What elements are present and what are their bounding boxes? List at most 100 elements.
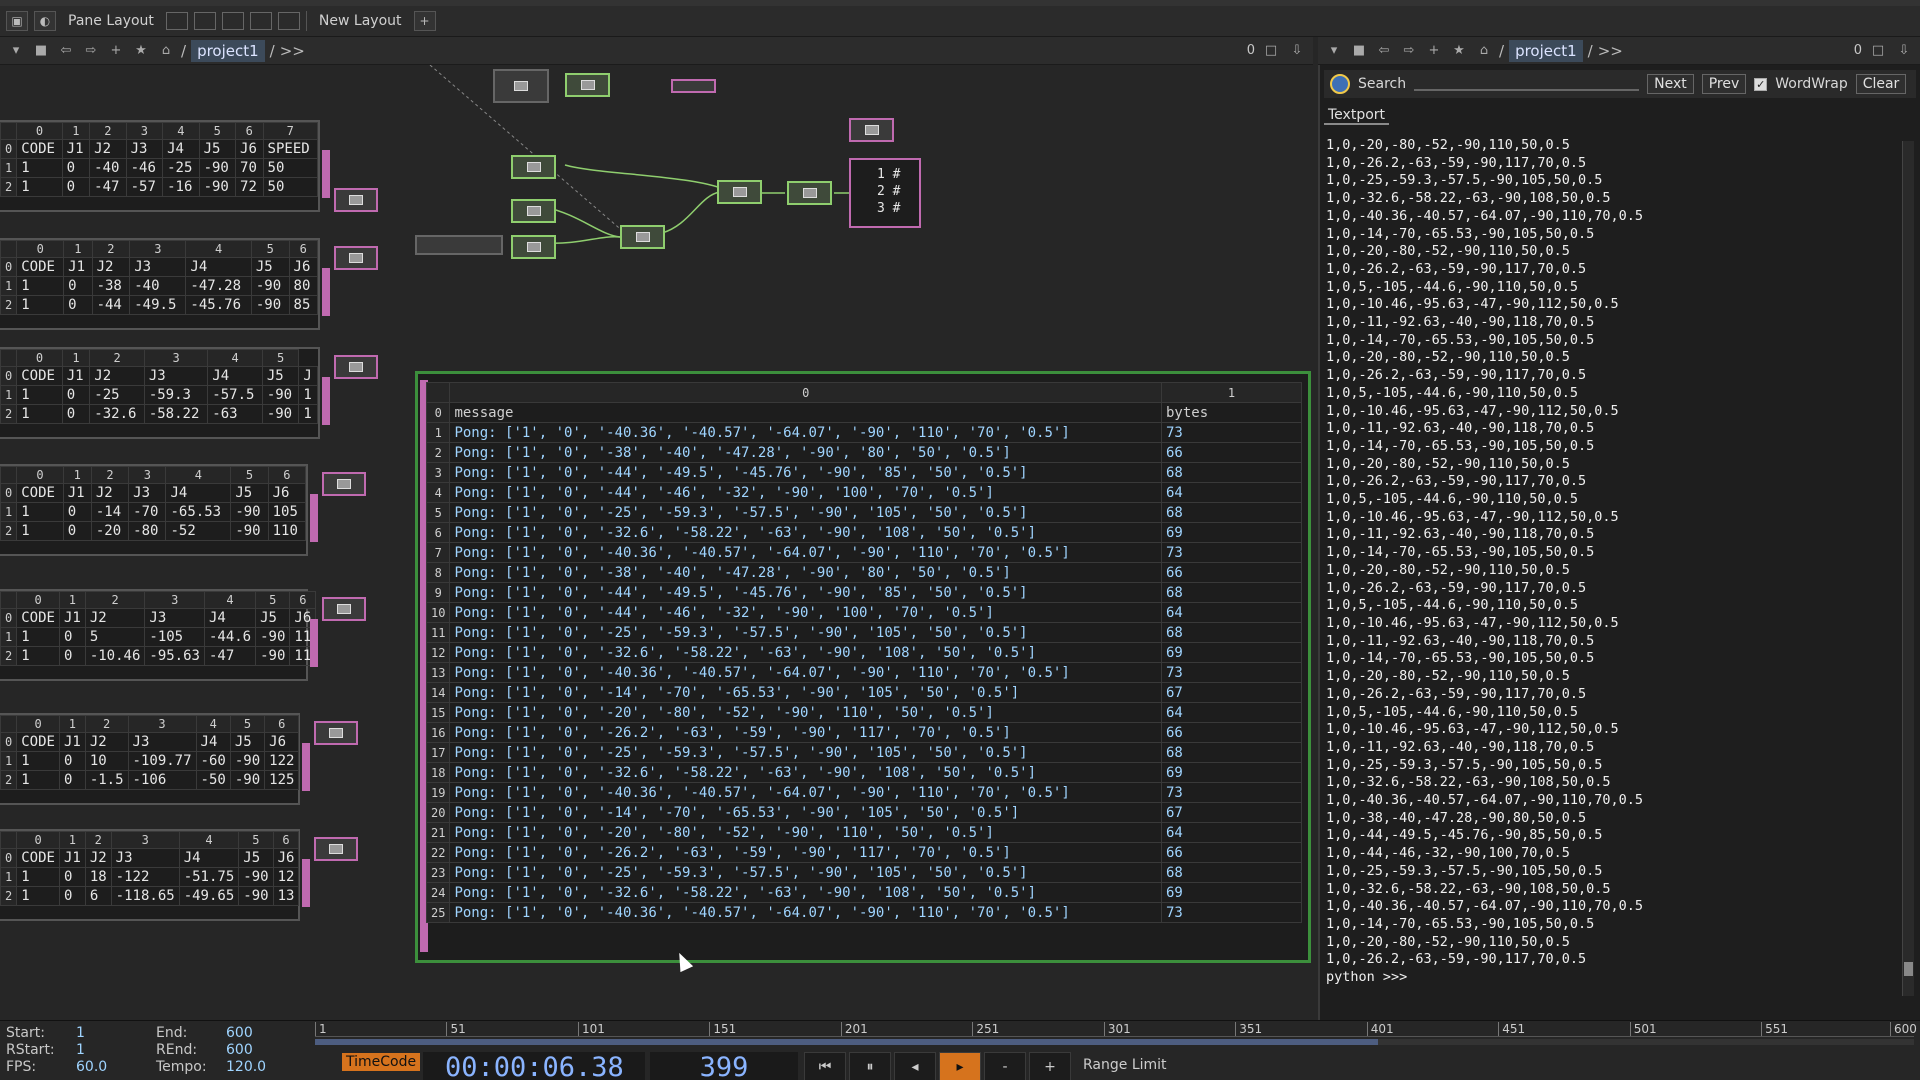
clear-button[interactable]: Clear — [1855, 74, 1907, 94]
palette-icon[interactable]: ◐ — [34, 11, 56, 31]
layout-toggle-icon[interactable]: ▣ — [6, 11, 28, 31]
table-cell: 1 — [16, 627, 60, 647]
mini-dat-node[interactable]: 1 # 2 # 3 # — [849, 158, 921, 228]
end-value[interactable]: 600 — [226, 1025, 306, 1042]
textport-scrollbar[interactable] — [1902, 141, 1914, 996]
table-cell: 0 — [61, 385, 91, 405]
pane-menu-icon[interactable]: ▾ — [1324, 42, 1344, 60]
timeline-ruler[interactable]: 1 51 101 151 201 251 301 351 401 451 501 551 600 — [315, 1021, 1917, 1037]
search-input[interactable] — [1414, 89, 1640, 91]
websocket-dat-viewer[interactable]: 0 1 0 message bytes 1 Pong: ['1', '0', '-40.36… — [415, 371, 1311, 963]
timeline-scrubber[interactable] — [315, 1039, 1914, 1045]
pane-menu-icon[interactable]: ▾ — [6, 42, 26, 60]
plus-button[interactable]: + — [1029, 1052, 1071, 1080]
operator-node[interactable] — [511, 199, 556, 223]
nav-right-controls: 0 □ ⇩ — [1247, 41, 1307, 59]
breadcrumb-project1[interactable]: project1 — [1509, 39, 1583, 62]
merge-node[interactable] — [322, 597, 366, 621]
play-icon[interactable]: ▸ — [939, 1052, 981, 1080]
table-cell: J4 — [185, 257, 252, 277]
back-icon[interactable]: ⇦ — [56, 42, 76, 60]
start-value[interactable]: 1 — [76, 1025, 156, 1042]
dat-table-node[interactable]: 0 1 2 3 4 5 0 CODE J1 J2 J3 J4 J5 J 1 1 0 -25 -59.3 -57.5 -9… — [0, 347, 320, 439]
dat-table-node[interactable]: 0 1 2 3 4 5 6 0 CODE J1 J2 J3 J4 J5 J6 1 1 0 18 -122 -51.75-… — [0, 829, 300, 921]
operator-node[interactable] — [493, 69, 549, 103]
path-more[interactable]: >> — [1598, 42, 1623, 60]
column-header: 1 — [63, 240, 93, 258]
operator-node[interactable] — [717, 180, 762, 204]
frame-display[interactable]: 399 — [650, 1052, 798, 1080]
layout-split-vertical-icon[interactable] — [193, 12, 216, 30]
tempo-value[interactable]: 120.0 — [226, 1059, 306, 1076]
home-icon[interactable]: ⌂ — [1474, 42, 1494, 60]
table-cell: 0 — [58, 751, 86, 771]
merge-node[interactable] — [322, 472, 366, 496]
stop-icon[interactable]: ■ — [31, 42, 51, 60]
column-header: 4 — [162, 122, 200, 140]
merge-node[interactable] — [314, 721, 358, 745]
dat-table-node[interactable]: 0 1 2 3 4 5 6 0 CODE J1 J2 J3 J4 J5 J6 1 1 0 -14 -70 -65.53-… — [0, 464, 308, 556]
star-icon[interactable]: ★ — [131, 42, 151, 60]
maximize-icon[interactable]: □ — [1868, 41, 1888, 59]
home-icon[interactable]: ⌂ — [156, 42, 176, 60]
table-cell: 0 — [58, 770, 86, 790]
next-button[interactable]: Next — [1647, 74, 1694, 94]
dat-table-node[interactable]: 0 1 2 3 4 5 6 0 CODE J1 J2 J3 J4 J5 J6 1 1 0 -38 -40 -47.28-… — [0, 238, 320, 330]
stop-icon[interactable]: ■ — [1349, 42, 1369, 60]
download-icon[interactable]: ⇩ — [1287, 41, 1307, 59]
operator-node[interactable] — [620, 225, 665, 249]
layout-single-icon[interactable] — [165, 12, 188, 30]
timecode-display[interactable]: 00:00:06.38 — [423, 1052, 645, 1080]
operator-node[interactable] — [565, 73, 610, 97]
dat-table: 0 1 2 3 4 5 0 CODE J1 J2 J3 J4 J5 J 1 1 0 -25 -59.3 -57.5 -9… — [0, 349, 318, 424]
textport-line: 1,0,5,-105,-44.6,-90,110,50,0.5 — [1326, 491, 1578, 508]
operator-node[interactable] — [415, 235, 503, 255]
add-icon[interactable]: + — [1424, 42, 1444, 60]
operator-node[interactable] — [671, 79, 716, 93]
merge-node[interactable] — [334, 355, 378, 379]
table-cell: J2 — [84, 608, 146, 628]
minus-button[interactable]: - — [984, 1052, 1026, 1080]
dat-table-view[interactable]: 0 1 0 message bytes 1 Pong: ['1', '0', '-40.36… — [426, 382, 1302, 948]
merge-node[interactable] — [314, 837, 358, 861]
layout-quad-icon[interactable] — [277, 12, 300, 30]
operator-node[interactable] — [511, 235, 556, 259]
dat-table-node[interactable]: 0 1 2 3 4 5 6 7 0 CODE J1 J2 J3 J4 J5 J6 SPEED 1 1 0 -40 -46-… — [0, 120, 320, 212]
dat-table-node[interactable]: 0 1 2 3 4 5 6 0 CODE J1 J2 J3 J4 J5 J6 1 1 0 5 -105 -44.6 -90… — [0, 589, 317, 681]
tab-textport[interactable]: Textport — [1324, 107, 1390, 125]
step-back-icon[interactable]: ◂ — [894, 1052, 936, 1080]
bytes-cell: 68 — [1161, 622, 1302, 643]
add-layout-button[interactable]: + — [413, 11, 436, 31]
textport-line: 1,0,-26.2,-63,-59,-90,117,70,0.5 — [1326, 685, 1587, 702]
merge-node[interactable] — [334, 188, 378, 212]
prev-button[interactable]: Prev — [1701, 74, 1747, 94]
download-icon[interactable]: ⇩ — [1894, 41, 1914, 59]
add-icon[interactable]: + — [106, 42, 126, 60]
back-icon[interactable]: ⇦ — [1374, 42, 1394, 60]
layout-triple-icon[interactable] — [249, 12, 272, 30]
star-icon[interactable]: ★ — [1449, 42, 1469, 60]
merge-node[interactable] — [334, 246, 378, 270]
table-row: 1 1 0 10 -109.77 -60 -90 122 — [0, 751, 300, 771]
fps-value[interactable]: 60.0 — [76, 1059, 156, 1076]
maximize-icon[interactable]: □ — [1261, 41, 1281, 59]
operator-node[interactable] — [787, 181, 832, 205]
operator-node[interactable] — [849, 118, 894, 142]
timecode-label[interactable]: TimeCode — [342, 1053, 421, 1071]
network-editor[interactable]: 1 # 2 # 3 # 0 1 2 3 4 5 6 7 0 CODE J1 J2 J3 J4 J5 J6 SPE… — [0, 65, 1313, 1020]
dat-table-node[interactable]: 0 1 2 3 4 5 6 0 CODE J1 J2 J3 J4 J5 J6 1 1 0 10 -109.77 -60-… — [0, 713, 300, 805]
wordwrap-checkbox[interactable]: ✓ — [1754, 77, 1768, 91]
textport-output[interactable]: 1,0,-20,-80,-52,-90,110,50,0.5 1,0,-26.2,… — [1326, 137, 1896, 1000]
breadcrumb-project1[interactable]: project1 — [191, 39, 265, 62]
table-cell: 18 — [84, 867, 112, 887]
forward-icon[interactable]: ⇨ — [1399, 42, 1419, 60]
rstart-value[interactable]: 1 — [76, 1042, 156, 1059]
forward-icon[interactable]: ⇨ — [81, 42, 101, 60]
rend-value[interactable]: 600 — [226, 1042, 306, 1059]
path-more[interactable]: >> — [280, 42, 305, 60]
pause-icon[interactable]: ⏸ — [849, 1052, 891, 1080]
layout-split-horizontal-icon[interactable] — [221, 12, 244, 30]
operator-node[interactable] — [511, 155, 556, 179]
textport-line: 1,0,-26.2,-63,-59,-90,117,70,0.5 — [1326, 951, 1587, 968]
rewind-icon[interactable]: ⏮ — [804, 1052, 846, 1080]
